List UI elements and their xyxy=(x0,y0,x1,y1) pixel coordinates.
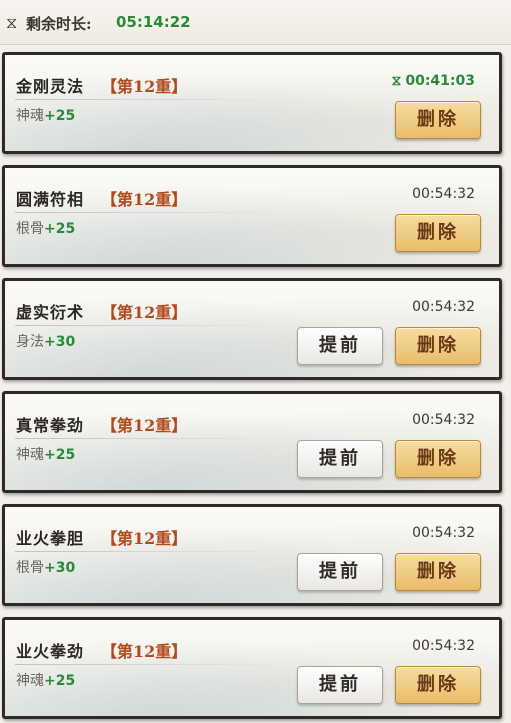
remaining-time-bar: ⧖ 剩余时长: 05:14:22 xyxy=(0,0,511,45)
stat-value: +25 xyxy=(44,447,76,463)
card-timer: 00:54:32 xyxy=(412,638,475,654)
stat-value: +30 xyxy=(44,334,76,350)
card-timer: 00:54:32 xyxy=(412,299,475,315)
skill-name: 金刚灵法 xyxy=(16,77,85,96)
advance-button[interactable]: 提前 xyxy=(297,440,383,478)
delete-button[interactable]: 删除 xyxy=(395,101,481,139)
skill-tier: 【第12重】 xyxy=(101,416,188,435)
skill-tier: 【第12重】 xyxy=(101,303,188,322)
queue-card: 业火拳胆 【第12重】 根骨+30 00:54:32 提前 删除 xyxy=(2,504,502,606)
skill-tier: 【第12重】 xyxy=(101,529,188,548)
advance-button[interactable]: 提前 xyxy=(297,327,383,365)
hourglass-icon: ⧖ xyxy=(391,73,402,89)
stat-bonus: 身法+30 xyxy=(16,331,75,351)
advance-button[interactable]: 提前 xyxy=(297,553,383,591)
stat-name: 根骨 xyxy=(16,221,44,237)
delete-button[interactable]: 删除 xyxy=(395,666,481,704)
stat-bonus: 神魂+25 xyxy=(16,444,75,464)
stat-bonus: 根骨+25 xyxy=(16,218,75,238)
divider xyxy=(15,325,285,326)
advance-button[interactable]: 提前 xyxy=(297,666,383,704)
stat-value: +25 xyxy=(44,221,76,237)
queue-card: 虚实衍术 【第12重】 身法+30 00:54:32 提前 删除 xyxy=(2,278,502,380)
stat-value: +30 xyxy=(44,560,76,576)
skill-tier: 【第12重】 xyxy=(101,190,188,209)
skill-tier: 【第12重】 xyxy=(101,642,188,661)
divider xyxy=(15,551,285,552)
stat-value: +25 xyxy=(44,673,76,689)
divider xyxy=(15,664,285,665)
timer-value: 00:41:03 xyxy=(405,73,475,89)
remaining-time-label: 剩余时长: xyxy=(26,15,92,33)
queue-card: 圆满符相 【第12重】 根骨+25 00:54:32 删除 xyxy=(2,165,502,267)
stat-bonus: 根骨+30 xyxy=(16,557,75,577)
queue-card: 真常拳劲 【第12重】 神魂+25 00:54:32 提前 删除 xyxy=(2,391,502,493)
stat-name: 身法 xyxy=(16,334,44,350)
delete-button[interactable]: 删除 xyxy=(395,214,481,252)
skill-name: 业火拳胆 xyxy=(16,529,85,548)
stat-value: +25 xyxy=(44,108,76,124)
hourglass-icon: ⧖ xyxy=(6,13,18,32)
delete-button[interactable]: 删除 xyxy=(395,553,481,591)
stat-bonus: 神魂+25 xyxy=(16,105,75,125)
queue-card: 金刚灵法 【第12重】 神魂+25 ⧖ 00:41:03 删除 xyxy=(2,52,502,154)
remaining-time-value: 05:14:22 xyxy=(116,13,191,31)
stat-name: 根骨 xyxy=(16,560,44,576)
card-timer: ⧖ 00:41:03 xyxy=(392,73,475,89)
skill-name: 业火拳劲 xyxy=(16,642,85,661)
delete-button[interactable]: 删除 xyxy=(395,327,481,365)
skill-tier: 【第12重】 xyxy=(101,77,188,96)
card-timer: 00:54:32 xyxy=(412,186,475,202)
queue-card: 业火拳劲 【第12重】 神魂+25 00:54:32 提前 删除 xyxy=(2,617,502,719)
divider xyxy=(15,99,285,100)
divider xyxy=(15,212,285,213)
skill-name: 虚实衍术 xyxy=(16,303,85,322)
stat-bonus: 神魂+25 xyxy=(16,670,75,690)
skill-name: 真常拳劲 xyxy=(16,416,85,435)
skill-name: 圆满符相 xyxy=(16,190,85,209)
stat-name: 神魂 xyxy=(16,447,44,463)
delete-button[interactable]: 删除 xyxy=(395,440,481,478)
stat-name: 神魂 xyxy=(16,673,44,689)
divider xyxy=(15,438,285,439)
card-timer: 00:54:32 xyxy=(412,525,475,541)
stat-name: 神魂 xyxy=(16,108,44,124)
card-timer: 00:54:32 xyxy=(412,412,475,428)
